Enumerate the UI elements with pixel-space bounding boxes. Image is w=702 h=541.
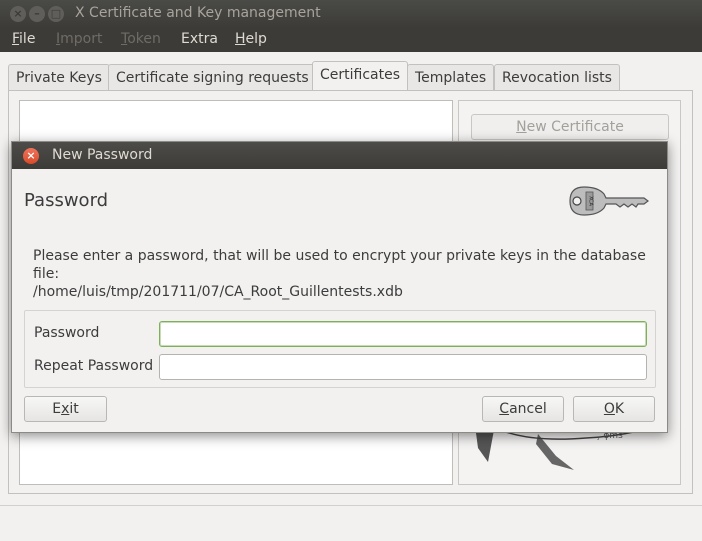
- password-input[interactable]: [159, 321, 647, 347]
- menu-token[interactable]: Token: [121, 31, 161, 47]
- window-minimize-icon[interactable]: –: [29, 6, 45, 22]
- key-icon: XCA: [569, 186, 649, 216]
- dialog-message-text: Please enter a password, that will be us…: [33, 248, 646, 282]
- menubar: File Import Token Extra Help: [0, 28, 702, 52]
- svg-text:XCA: XCA: [588, 196, 594, 207]
- dialog-message: Please enter a password, that will be us…: [33, 247, 663, 301]
- dialog-close-icon[interactable]: ×: [23, 148, 39, 164]
- dialog-title: New Password: [52, 147, 153, 163]
- cancel-button[interactable]: Cancel: [482, 396, 564, 422]
- window-title: X Certificate and Key management: [75, 5, 321, 21]
- new-certificate-button[interactable]: New Certificate: [471, 114, 669, 140]
- tab-certificate-signing-requests[interactable]: Certificate signing requests: [108, 64, 317, 91]
- exit-button[interactable]: Exit: [24, 396, 107, 422]
- tab-private-keys[interactable]: Private Keys: [8, 64, 110, 91]
- window-titlebar: × – □ X Certificate and Key management: [0, 0, 702, 28]
- tab-label: Certificates: [320, 67, 401, 83]
- dialog-titlebar: × New Password: [12, 142, 667, 169]
- repeat-password-input[interactable]: [159, 354, 647, 380]
- menu-extra[interactable]: Extra: [181, 31, 218, 47]
- ok-button[interactable]: OK: [573, 396, 655, 422]
- menu-help[interactable]: Help: [235, 31, 267, 47]
- tab-templates[interactable]: Templates: [407, 64, 495, 91]
- repeat-password-label: Repeat Password: [34, 358, 154, 374]
- tab-label: Private Keys: [16, 70, 102, 86]
- menu-file[interactable]: File: [12, 31, 35, 47]
- tab-certificates[interactable]: Certificates: [312, 61, 409, 91]
- dialog-heading: Password: [24, 190, 109, 211]
- password-label: Password: [34, 325, 100, 341]
- tab-revocation-lists[interactable]: Revocation lists: [494, 64, 620, 91]
- tab-label: Revocation lists: [502, 70, 612, 86]
- xca-mascot-image: ¸ ɸms: [476, 428, 653, 470]
- tab-label: Templates: [415, 70, 487, 86]
- password-fields-group: Password Repeat Password: [24, 310, 656, 388]
- database-file-path: /home/luis/tmp/201711/07/CA_Root_Guillen…: [33, 284, 403, 300]
- tab-label: Certificate signing requests: [116, 70, 309, 86]
- new-password-dialog: × New Password Password XCA Please enter…: [11, 141, 668, 433]
- status-bar: [0, 505, 702, 541]
- window-maximize-icon[interactable]: □: [48, 6, 64, 22]
- menu-import[interactable]: Import: [56, 31, 102, 47]
- window-close-icon[interactable]: ×: [10, 6, 26, 22]
